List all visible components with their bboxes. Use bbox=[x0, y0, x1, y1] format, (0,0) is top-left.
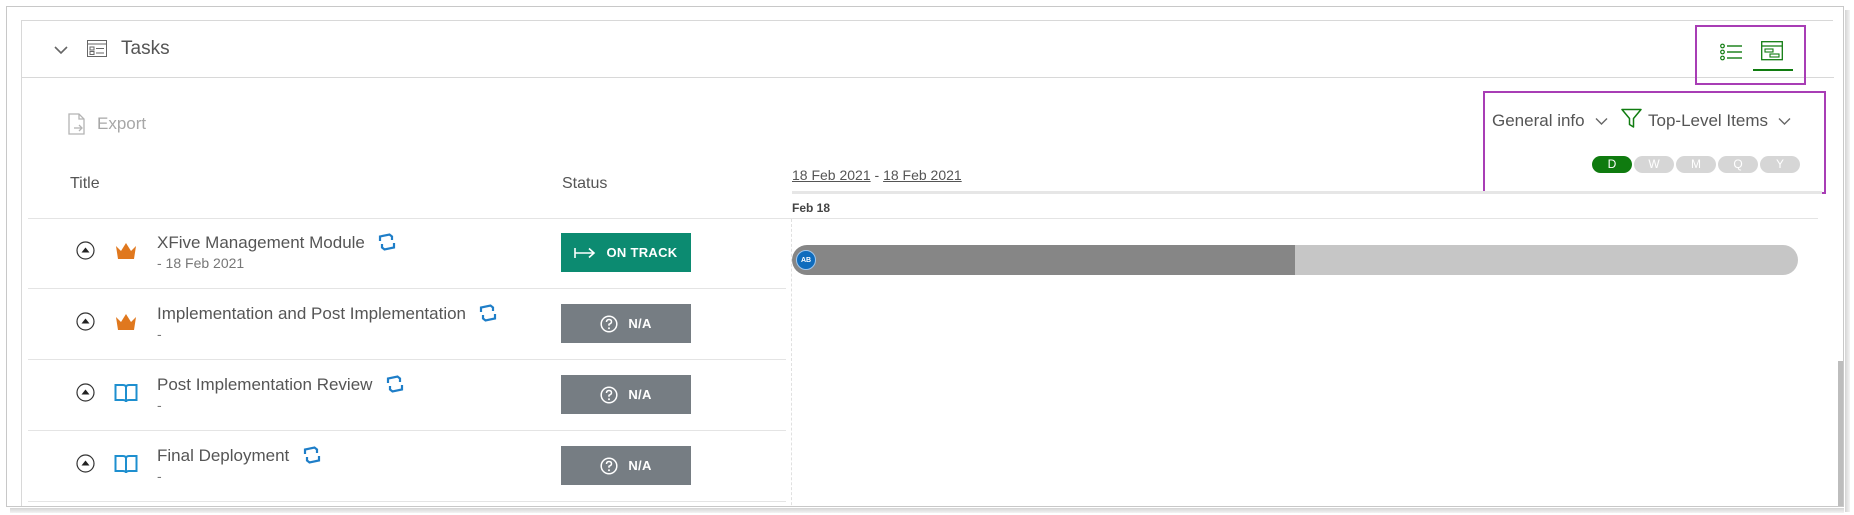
timescale-month[interactable]: M bbox=[1676, 156, 1716, 173]
sync-icon bbox=[303, 446, 320, 464]
list-view-icon[interactable] bbox=[1720, 43, 1744, 61]
chevron-down-icon bbox=[1778, 117, 1791, 125]
task-date: - bbox=[157, 468, 162, 484]
question-circle-icon bbox=[600, 385, 618, 404]
collapse-up-icon[interactable] bbox=[76, 383, 95, 402]
export-label: Export bbox=[97, 114, 147, 133]
timescale-week[interactable]: W bbox=[1634, 156, 1674, 173]
status-label: ON TRACK bbox=[606, 245, 678, 260]
page-title: Tasks bbox=[121, 38, 170, 59]
table-row[interactable]: Implementation and Post Implementation -… bbox=[28, 290, 786, 360]
tasks-icon bbox=[87, 40, 107, 57]
collapse-up-icon[interactable] bbox=[76, 241, 95, 260]
status-label: N/A bbox=[628, 458, 652, 473]
sync-icon bbox=[379, 233, 396, 251]
task-date: - bbox=[157, 326, 162, 342]
avatar[interactable]: AB bbox=[796, 250, 816, 270]
status-badge[interactable]: N/A bbox=[561, 375, 691, 414]
general-info-label: General info bbox=[1492, 111, 1585, 130]
date-range: 18 Feb 2021 - 18 Feb 2021 bbox=[792, 167, 962, 183]
column-header-title[interactable]: Title bbox=[70, 175, 100, 193]
task-date: - bbox=[157, 397, 162, 413]
chevron-down-icon[interactable] bbox=[54, 43, 68, 57]
gantt-bar-progress bbox=[792, 245, 1295, 275]
tasks-panel: Tasks Export General info Top-Level Item… bbox=[21, 20, 1843, 506]
general-info-dropdown[interactable]: General info bbox=[1492, 111, 1608, 131]
table-row[interactable]: Final Deployment - N/A bbox=[28, 432, 786, 502]
status-badge[interactable]: N/A bbox=[561, 304, 691, 343]
filter-label: Top-Level Items bbox=[1648, 111, 1768, 130]
top-level-items-dropdown[interactable]: Top-Level Items bbox=[1648, 111, 1791, 131]
range-start-link[interactable]: 18 Feb 2021 bbox=[792, 167, 871, 183]
table-row[interactable]: Post Implementation Review - N/A bbox=[28, 361, 786, 431]
column-header-status[interactable]: Status bbox=[562, 175, 607, 193]
status-label: N/A bbox=[628, 387, 652, 402]
collapse-up-icon[interactable] bbox=[76, 454, 95, 473]
question-circle-icon bbox=[600, 456, 618, 475]
chevron-down-icon bbox=[1595, 117, 1608, 125]
status-label: N/A bbox=[628, 316, 652, 331]
collapse-up-icon[interactable] bbox=[76, 312, 95, 331]
table-row[interactable]: XFive Management Module - 18 Feb 2021 ON… bbox=[28, 219, 786, 289]
row-title: Post Implementation Review - bbox=[157, 374, 405, 413]
active-view-indicator bbox=[1753, 69, 1793, 71]
export-icon bbox=[68, 113, 85, 135]
timescale-day[interactable]: D bbox=[1592, 156, 1632, 173]
status-badge[interactable]: N/A bbox=[561, 446, 691, 485]
vertical-scrollbar[interactable] bbox=[1838, 361, 1843, 506]
task-name[interactable]: Implementation and Post Implementation bbox=[157, 304, 466, 323]
view-options-box: General info Top-Level Items D W M Q Y bbox=[1483, 91, 1826, 194]
gantt-bar[interactable]: AB bbox=[792, 245, 1798, 275]
timeline-day-label: Feb 18 bbox=[792, 201, 831, 215]
crown-icon bbox=[116, 314, 136, 330]
crown-icon bbox=[116, 243, 136, 259]
task-date: - 18 Feb 2021 bbox=[157, 255, 245, 271]
timescale-quarter[interactable]: Q bbox=[1718, 156, 1758, 173]
window-frame: Tasks Export General info Top-Level Item… bbox=[6, 6, 1844, 507]
book-icon bbox=[114, 384, 138, 403]
filter-icon[interactable] bbox=[1621, 108, 1642, 129]
row-title: Final Deployment - bbox=[157, 445, 322, 484]
range-end-link[interactable]: 18 Feb 2021 bbox=[883, 167, 962, 183]
export-button[interactable]: Export bbox=[68, 113, 146, 135]
row-title: XFive Management Module - 18 Feb 2021 bbox=[157, 232, 397, 271]
arrow-right-bar-icon bbox=[574, 247, 596, 258]
task-name[interactable]: Post Implementation Review bbox=[157, 375, 372, 394]
book-icon bbox=[114, 455, 138, 474]
task-name[interactable]: XFive Management Module bbox=[157, 233, 365, 252]
sync-icon bbox=[480, 304, 497, 322]
question-circle-icon bbox=[600, 314, 618, 333]
row-title: Implementation and Post Implementation - bbox=[157, 303, 498, 342]
range-separator: - bbox=[874, 167, 880, 183]
panel-header: Tasks bbox=[22, 21, 1834, 85]
timeline-rule bbox=[792, 191, 1822, 194]
status-badge[interactable]: ON TRACK bbox=[561, 233, 691, 272]
sync-icon bbox=[386, 375, 403, 393]
view-toggle bbox=[1695, 25, 1806, 85]
task-name[interactable]: Final Deployment bbox=[157, 446, 289, 465]
timescale-year[interactable]: Y bbox=[1760, 156, 1800, 173]
timescale-selector: D W M Q Y bbox=[1592, 156, 1800, 173]
gantt-view-icon[interactable] bbox=[1761, 41, 1783, 61]
